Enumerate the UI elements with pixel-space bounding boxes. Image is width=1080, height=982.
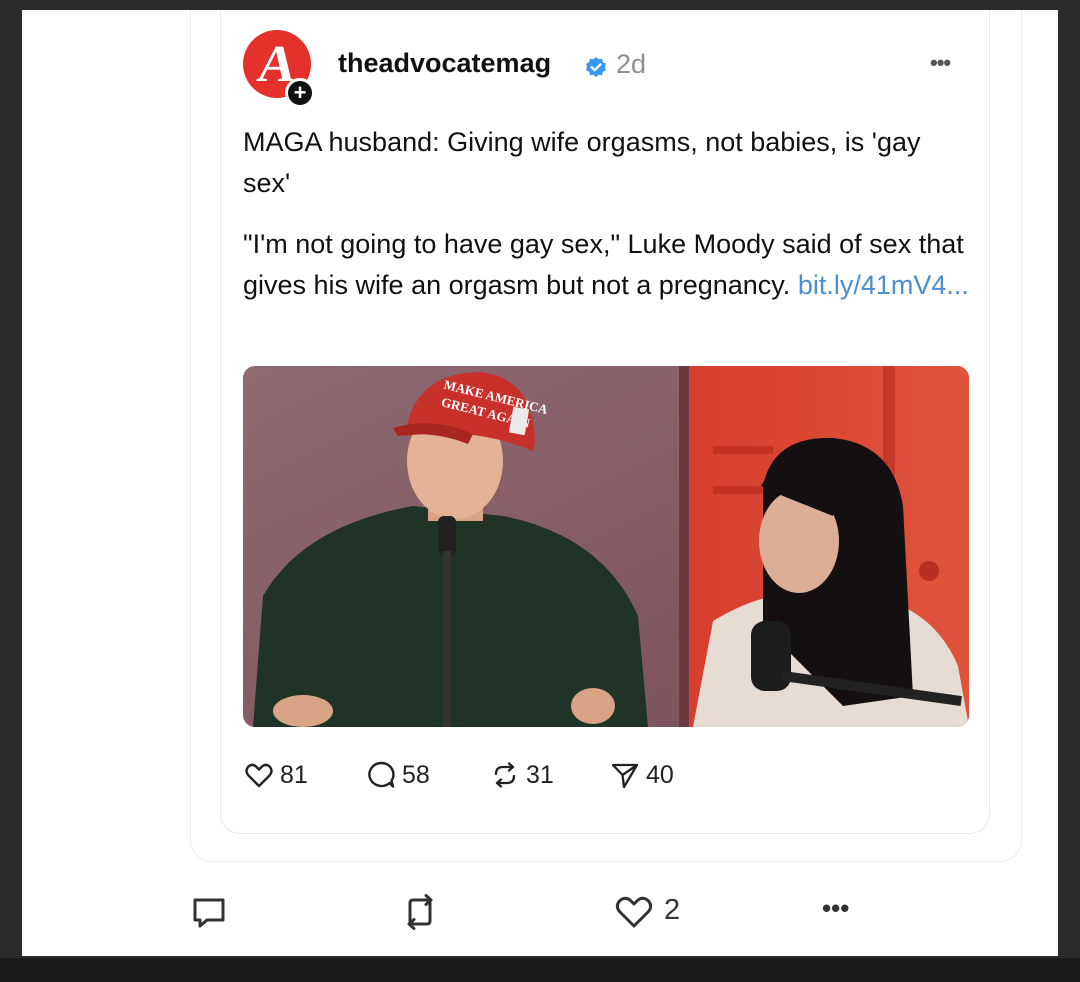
bottom-more-button[interactable]: ••• — [822, 893, 849, 924]
post-link[interactable]: bit.ly/41mV4... — [798, 270, 969, 300]
podcast-photo: MAKE AMERICA GREAT AGAIN — [243, 366, 969, 727]
follow-button[interactable]: + — [285, 78, 315, 108]
post-headline: MAGA husband: Giving wife orgasms, not b… — [243, 127, 921, 198]
repost-icon — [494, 762, 516, 788]
chat-bubble-icon[interactable] — [191, 896, 227, 930]
like-action[interactable]: 81 — [244, 760, 334, 790]
comment-icon — [368, 761, 395, 788]
repost-action[interactable]: 31 — [490, 760, 580, 790]
retweet-icon[interactable] — [402, 893, 438, 931]
post-body: "I'm not going to have gay sex," Luke Mo… — [243, 224, 973, 306]
share-icon — [611, 763, 639, 789]
share-action[interactable]: 40 — [610, 760, 700, 790]
bottom-like-count: 2 — [664, 894, 681, 926]
share-count: 40 — [646, 761, 674, 789]
verified-icon — [586, 57, 606, 77]
like-count: 81 — [280, 761, 308, 789]
reply-action[interactable]: 58 — [366, 760, 456, 790]
post-timestamp: 2d — [616, 49, 647, 79]
repost-count: 31 — [526, 761, 554, 789]
username[interactable]: theadvocatemag — [338, 48, 551, 79]
screen-bottom-edge — [0, 958, 1080, 982]
more-options-button[interactable]: ••• — [930, 50, 951, 76]
bottom-heart-icon[interactable] — [614, 894, 654, 930]
heart-icon — [245, 763, 273, 788]
post-image[interactable]: MAKE AMERICA GREAT AGAIN — [243, 366, 969, 727]
reply-count: 58 — [402, 761, 430, 789]
